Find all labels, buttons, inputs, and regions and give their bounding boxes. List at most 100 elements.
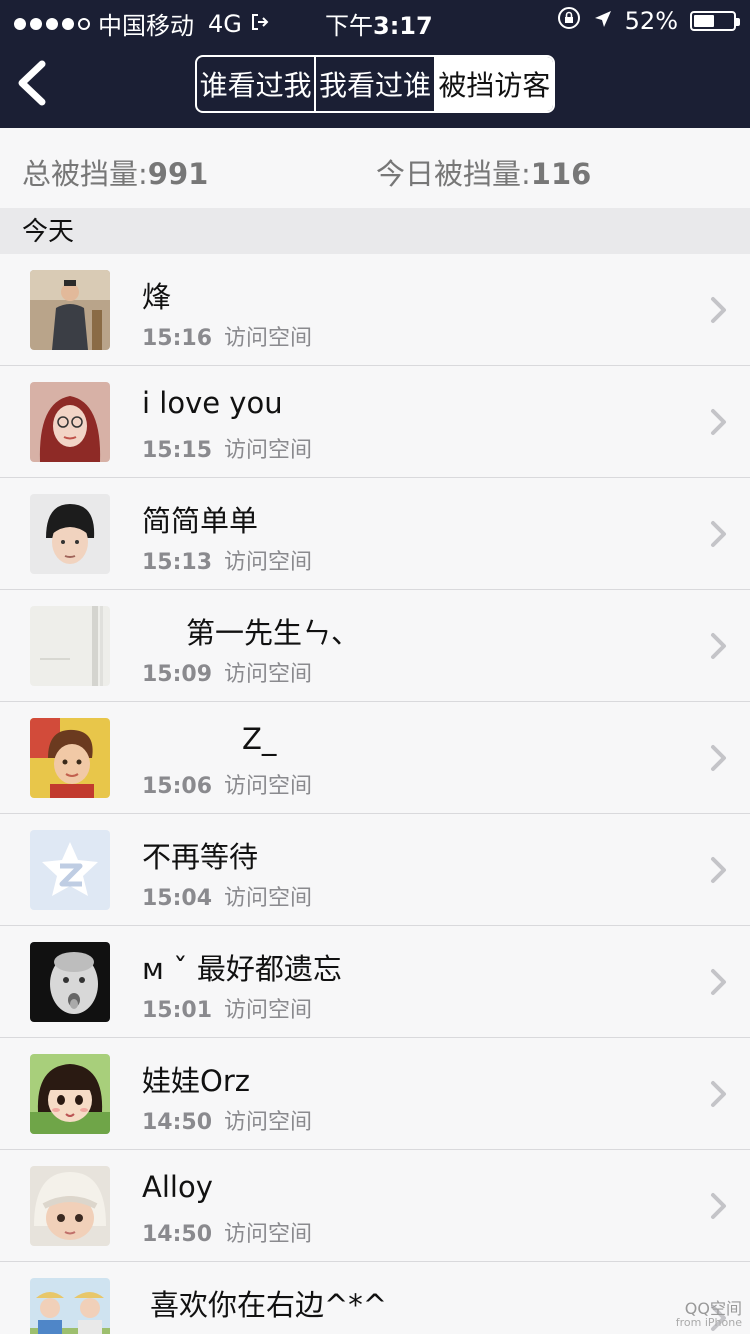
- visitor-name: Alloy: [142, 1170, 213, 1204]
- today-blocked-value: 116: [530, 157, 592, 191]
- visit-action: 访问空间: [224, 886, 313, 911]
- visit-time: 15:06: [142, 774, 213, 799]
- visit-action: 访问空间: [224, 550, 313, 575]
- visitor-row[interactable]: 娃娃Orz 14:50 访问空间: [0, 1038, 750, 1150]
- tab-blocked-visitors[interactable]: 被挡访客: [435, 57, 553, 111]
- time-prefix: 下午: [325, 12, 373, 40]
- today-blocked-label: 今日被挡量:: [376, 157, 531, 191]
- chevron-right-icon: [710, 744, 728, 772]
- avatar[interactable]: [30, 606, 110, 686]
- visit-meta: 15:13 访问空间: [142, 544, 312, 576]
- block-stats: 总被挡量:991 今日被挡量:116: [0, 128, 750, 208]
- visit-action: 访问空间: [224, 662, 313, 687]
- visitor-row[interactable]: 喜欢你在右边^*^ 14:49访问空间: [0, 1262, 750, 1334]
- visit-meta: 15:09 访问空间: [142, 656, 312, 688]
- visitor-row[interactable]: 简简单单 15:13 访问空间: [0, 478, 750, 590]
- visitor-row[interactable]: 不再等待 15:04 访问空间: [0, 814, 750, 926]
- avatar[interactable]: [30, 718, 110, 798]
- visit-meta: 14:49访问空间: [142, 1328, 312, 1334]
- visitor-row[interactable]: ᴍ ˇ 最好都遗忘 15:01 访问空间: [0, 926, 750, 1038]
- battery-icon: [690, 11, 740, 31]
- carrier-label: 中国移动: [98, 12, 194, 40]
- visitor-name: i love you: [142, 386, 283, 420]
- visit-action: 访问空间: [224, 998, 313, 1023]
- navigation-bar: 谁看过我 我看过谁 被挡访客: [0, 40, 750, 128]
- visit-time: 15:15: [142, 438, 213, 463]
- avatar[interactable]: [30, 830, 110, 910]
- tab-who-viewed-me[interactable]: 谁看过我: [197, 57, 317, 111]
- network-label: 4G: [208, 9, 242, 38]
- visit-action: 访问空间: [224, 326, 313, 351]
- visitor-row[interactable]: 烽 15:16 访问空间: [0, 254, 750, 366]
- visit-action: 访问空间: [224, 438, 313, 463]
- time-value: 3:17: [373, 12, 433, 40]
- visitor-row[interactable]: Z_ 15:06 访问空间: [0, 702, 750, 814]
- visit-meta: 14:50 访问空间: [142, 1216, 312, 1248]
- chevron-right-icon: [710, 520, 728, 548]
- visit-time: 14:50: [142, 1110, 213, 1135]
- avatar[interactable]: [30, 1278, 110, 1334]
- visitor-name: 娃娃Orz: [142, 1064, 250, 1098]
- chevron-right-icon: [710, 632, 728, 660]
- chevron-left-icon: [18, 60, 46, 106]
- chevron-right-icon: [710, 408, 728, 436]
- avatar[interactable]: [30, 382, 110, 462]
- visitor-name: 简简单单: [142, 504, 259, 538]
- total-blocked-stat: 总被挡量:991: [22, 151, 208, 193]
- signal-strength-icon: [14, 17, 90, 30]
- visitor-list: 烽 15:16 访问空间 i love you 15:15 访问空间 简简单单 15:13 访问…: [0, 254, 750, 1334]
- visitor-segmented-control: 谁看过我 我看过谁 被挡访客: [195, 55, 555, 113]
- total-blocked-value: 991: [147, 157, 209, 191]
- visitor-row[interactable]: Alloy 14:50 访问空间: [0, 1150, 750, 1262]
- visit-action: 访问空间: [224, 1110, 313, 1135]
- visitor-row[interactable]: 第一先生ㄣ、 15:09 访问空间: [0, 590, 750, 702]
- visit-meta: 15:04 访问空间: [142, 880, 312, 912]
- chevron-right-icon: [710, 1192, 728, 1220]
- visitor-row[interactable]: i love you 15:15 访问空间: [0, 366, 750, 478]
- visit-action: 访问空间: [224, 774, 313, 799]
- chevron-right-icon: [710, 296, 728, 324]
- avatar[interactable]: [30, 1166, 110, 1246]
- visit-meta: 15:15 访问空间: [142, 432, 312, 464]
- visitor-name: 烽: [142, 280, 172, 314]
- visit-time: 15:01: [142, 998, 213, 1023]
- visit-meta: 15:01 访问空间: [142, 992, 312, 1024]
- status-bar: 中国移动 4G 下午3:17 52%: [0, 0, 750, 40]
- visit-meta: 15:06 访问空间: [142, 768, 312, 800]
- chevron-right-icon: [710, 856, 728, 884]
- call-forward-icon: [250, 10, 270, 38]
- visitor-name: 喜欢你在右边^*^: [150, 1288, 388, 1322]
- chevron-right-icon: [710, 1080, 728, 1108]
- status-right: 52%: [557, 6, 740, 36]
- visitor-name: Z_: [242, 722, 277, 756]
- visit-meta: 14:50 访问空间: [142, 1104, 312, 1136]
- watermark-subtitle: from iPhone: [675, 1316, 742, 1329]
- visitor-name: 第一先生ㄣ、: [186, 616, 361, 650]
- visitor-name: ᴍ ˇ 最好都遗忘: [142, 952, 342, 986]
- visit-time: 15:09: [142, 662, 213, 687]
- status-time: 下午3:17: [325, 6, 433, 41]
- avatar[interactable]: [30, 1054, 110, 1134]
- visit-time: 14:50: [142, 1222, 213, 1247]
- battery-percent: 52%: [624, 7, 678, 35]
- tab-who-i-viewed[interactable]: 我看过谁: [316, 57, 436, 111]
- status-left: 中国移动 4G: [14, 6, 270, 41]
- today-blocked-stat: 今日被挡量:116: [376, 151, 591, 193]
- back-button[interactable]: [12, 58, 52, 108]
- total-blocked-label: 总被挡量:: [22, 157, 148, 191]
- location-arrow-icon: [593, 7, 613, 35]
- qzone-watermark: QQ空间 from iPhone: [675, 1299, 742, 1330]
- visit-action: 访问空间: [224, 1222, 313, 1247]
- visit-time: 15:04: [142, 886, 213, 911]
- section-header-today: 今天: [0, 208, 750, 254]
- avatar[interactable]: [30, 494, 110, 574]
- watermark-title: QQ空间: [684, 1299, 742, 1318]
- orientation-lock-icon: [557, 6, 581, 36]
- avatar[interactable]: [30, 942, 110, 1022]
- visit-time: 15:16: [142, 326, 213, 351]
- chevron-right-icon: [710, 968, 728, 996]
- visit-time: 15:13: [142, 550, 213, 575]
- visit-meta: 15:16 访问空间: [142, 320, 312, 352]
- avatar[interactable]: [30, 270, 110, 350]
- visitor-name: 不再等待: [142, 840, 259, 874]
